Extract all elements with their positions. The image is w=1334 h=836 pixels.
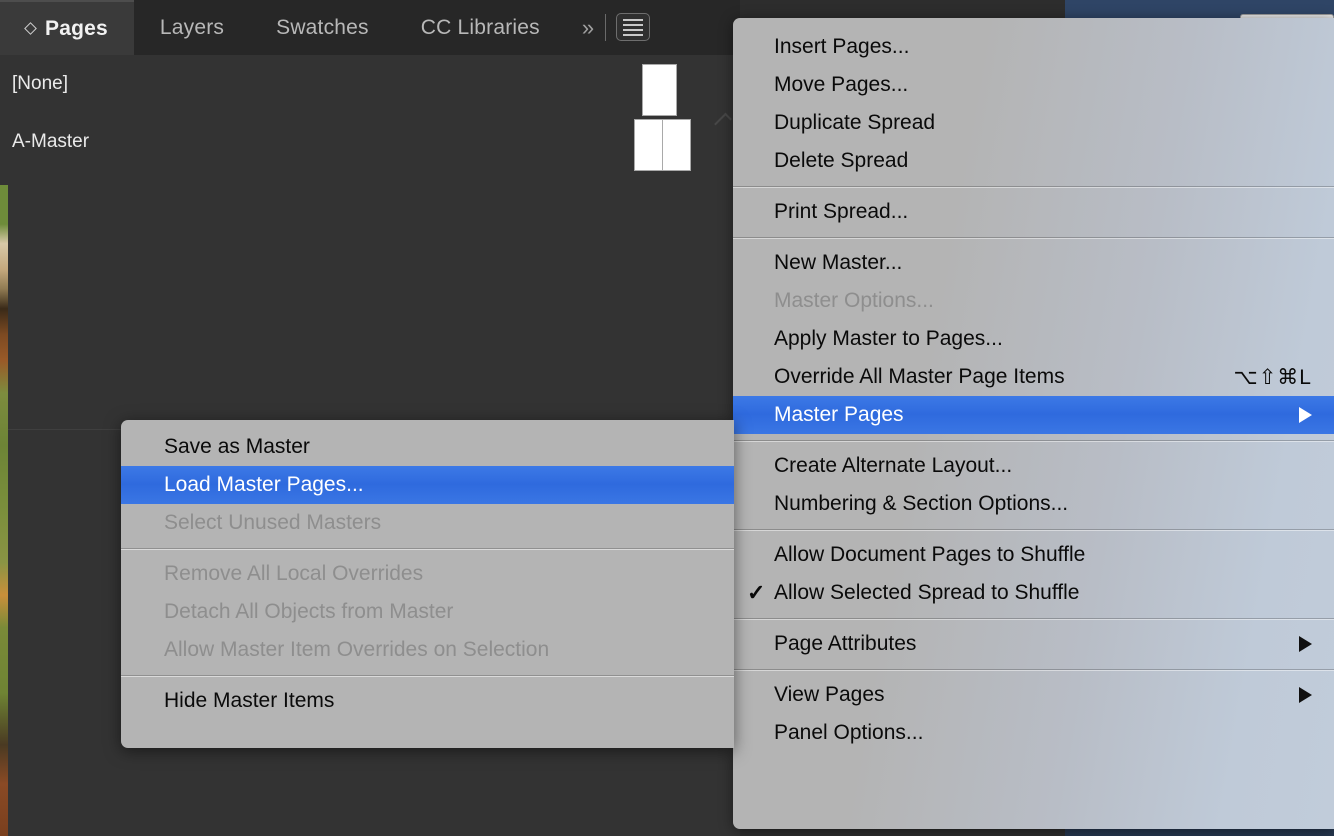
master-list-item-a-master[interactable]: A-Master	[0, 113, 740, 171]
submenu-separator	[121, 675, 734, 676]
page-thumbnail-spread[interactable]	[634, 119, 691, 171]
menu-item-label: Insert Pages...	[774, 35, 910, 58]
master-name-label: A-Master	[12, 131, 90, 152]
menu-separator	[733, 669, 1334, 670]
diamond-icon	[24, 22, 37, 35]
hamburger-line	[623, 28, 644, 31]
menu-item-allow-document-pages-to-shuffle[interactable]: Allow Document Pages to Shuffle	[733, 536, 1334, 574]
tabbar-divider	[605, 14, 607, 41]
menu-item-label: Duplicate Spread	[774, 111, 936, 134]
menu-item-label: Print Spread...	[774, 200, 909, 223]
menu-item-label: Numbering & Section Options...	[774, 492, 1069, 515]
tab-layers[interactable]: Layers	[133, 0, 251, 55]
menu-separator	[733, 618, 1334, 619]
submenu-item-save-as-master[interactable]: Save as Master	[121, 428, 734, 466]
submenu-item-remove-all-local-overrides: Remove All Local Overrides	[121, 555, 734, 593]
app-root: Pages Layers Swatches CC Libraries » [No…	[0, 0, 1334, 836]
menu-item-label: Load Master Pages...	[164, 473, 364, 496]
page-thumbnail-single[interactable]	[642, 64, 677, 116]
menu-item-label: Detach All Objects from Master	[164, 600, 454, 623]
checkmark-icon: ✓	[747, 580, 766, 605]
spread-left-page	[635, 120, 663, 170]
hamburger-line	[623, 18, 644, 21]
menu-item-label: Save as Master	[164, 435, 310, 458]
menu-item-label: Hide Master Items	[164, 689, 335, 712]
submenu-arrow-icon	[1299, 687, 1312, 703]
menu-item-label: New Master...	[774, 251, 903, 274]
menu-item-panel-options[interactable]: Panel Options...	[733, 714, 1334, 752]
menu-item-label: Page Attributes	[774, 632, 917, 655]
submenu-arrow-icon	[1299, 636, 1312, 652]
menu-item-master-options: Master Options...	[733, 282, 1334, 320]
menu-item-print-spread[interactable]: Print Spread...	[733, 193, 1334, 231]
menu-item-duplicate-spread[interactable]: Duplicate Spread	[733, 104, 1334, 142]
menu-separator	[733, 440, 1334, 441]
submenu-item-select-unused-masters: Select Unused Masters	[121, 504, 734, 542]
master-pages-submenu: Save as Master Load Master Pages... Sele…	[121, 420, 734, 748]
master-list-item-none[interactable]: [None]	[0, 55, 740, 116]
tab-pages[interactable]: Pages	[0, 0, 134, 55]
menu-item-label: Master Pages	[774, 403, 904, 426]
menu-item-label: Delete Spread	[774, 149, 909, 172]
submenu-item-allow-master-item-overrides-on-selection: Allow Master Item Overrides on Selection	[121, 631, 734, 669]
tab-layers-label: Layers	[159, 15, 225, 39]
menu-item-insert-pages[interactable]: Insert Pages...	[733, 28, 1334, 66]
submenu-item-detach-all-objects-from-master: Detach All Objects from Master	[121, 593, 734, 631]
menu-item-label: Move Pages...	[774, 73, 909, 96]
menu-separator	[733, 237, 1334, 238]
menu-item-page-attributes[interactable]: Page Attributes	[733, 625, 1334, 663]
hamburger-line	[623, 23, 644, 26]
menu-item-move-pages[interactable]: Move Pages...	[733, 66, 1334, 104]
menu-item-apply-master-to-pages[interactable]: Apply Master to Pages...	[733, 320, 1334, 358]
pages-panel-context-menu: Insert Pages... Move Pages... Duplicate …	[733, 18, 1334, 829]
menu-item-label: Override All Master Page Items	[774, 365, 1065, 388]
tab-swatches[interactable]: Swatches	[250, 0, 395, 55]
menu-item-label: Create Alternate Layout...	[774, 454, 1013, 477]
menu-item-label: View Pages	[774, 683, 885, 706]
submenu-item-hide-master-items[interactable]: Hide Master Items	[121, 682, 734, 720]
menu-item-allow-selected-spread-to-shuffle[interactable]: ✓ Allow Selected Spread to Shuffle	[733, 574, 1334, 612]
menu-item-create-alternate-layout[interactable]: Create Alternate Layout...	[733, 447, 1334, 485]
menu-item-label: Allow Master Item Overrides on Selection	[164, 638, 550, 661]
submenu-item-load-master-pages[interactable]: Load Master Pages...	[121, 466, 734, 504]
panel-tab-bar: Pages Layers Swatches CC Libraries »	[0, 0, 740, 55]
menu-separator	[733, 186, 1334, 187]
tab-pages-label: Pages	[45, 16, 108, 40]
hamburger-menu-icon[interactable]	[616, 13, 651, 41]
menu-item-shortcut: ⌥⇧⌘L	[1233, 365, 1312, 389]
submenu-arrow-icon	[1299, 407, 1312, 423]
menu-separator	[733, 529, 1334, 530]
menu-item-label: Master Options...	[774, 289, 934, 312]
menu-item-label: Allow Document Pages to Shuffle	[774, 543, 1086, 566]
hamburger-line	[623, 33, 644, 36]
submenu-separator	[121, 548, 734, 549]
menu-item-label: Allow Selected Spread to Shuffle	[774, 581, 1080, 604]
menu-item-master-pages[interactable]: Master Pages	[733, 396, 1334, 434]
tab-cc-libraries[interactable]: CC Libraries	[394, 0, 566, 55]
menu-item-label: Remove All Local Overrides	[164, 562, 424, 585]
master-name-label: [None]	[12, 73, 68, 94]
tab-overflow-chevrons-icon[interactable]: »	[566, 0, 605, 55]
tab-swatches-label: Swatches	[276, 15, 369, 39]
spread-right-page	[663, 120, 690, 170]
tab-cc-libraries-label: CC Libraries	[420, 15, 540, 39]
menu-item-numbering-section-options[interactable]: Numbering & Section Options...	[733, 485, 1334, 523]
document-content-strip	[0, 185, 8, 836]
menu-item-view-pages[interactable]: View Pages	[733, 676, 1334, 714]
menu-item-label: Apply Master to Pages...	[774, 327, 1003, 350]
menu-item-label: Panel Options...	[774, 721, 924, 744]
menu-item-label: Select Unused Masters	[164, 511, 382, 534]
menu-item-new-master[interactable]: New Master...	[733, 244, 1334, 282]
menu-item-override-all-master-page-items[interactable]: Override All Master Page Items ⌥⇧⌘L	[733, 358, 1334, 396]
menu-item-delete-spread[interactable]: Delete Spread	[733, 142, 1334, 180]
